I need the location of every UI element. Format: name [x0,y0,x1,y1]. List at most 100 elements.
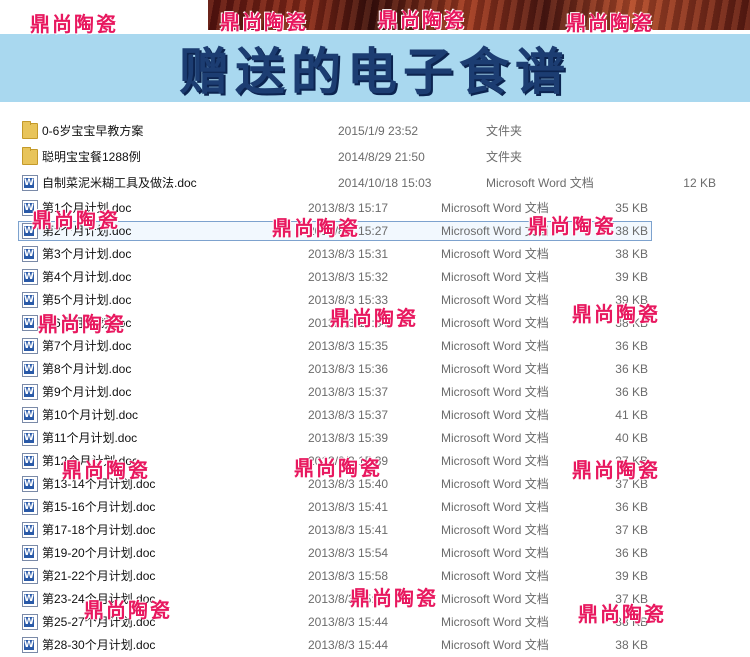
file-type: Microsoft Word 文档 [441,408,549,422]
folder-row[interactable]: 聪明宝宝餐1288例 2014/8/29 21:50 文件夹 [0,146,750,169]
file-name: 第21-22个月计划.doc [42,569,156,583]
word-doc-icon [22,522,38,538]
file-name: 第15-16个月计划.doc [42,500,156,514]
watermark: 鼎尚陶瓷 [578,602,666,626]
file-type: Microsoft Word 文档 [441,500,549,514]
file-name: 第28-30个月计划.doc [42,638,156,652]
watermark: 鼎尚陶瓷 [294,456,382,480]
file-row[interactable]: 第19-20个月计划.doc 2013/8/3 15:54 Microsoft Wo… [0,542,750,565]
modified-date: 2013/8/3 15:41 [308,523,389,537]
word-doc-icon [22,315,38,331]
word-doc-icon [22,361,38,377]
watermark: 鼎尚陶瓷 [272,216,360,240]
watermark: 鼎尚陶瓷 [84,598,172,622]
file-type: Microsoft Word 文档 [441,385,549,399]
file-type: 文件夹 [486,150,523,164]
folder-icon [22,121,38,139]
banner-title: 赠送的电子食谱 [179,43,571,101]
modified-date: 2014/10/18 15:03 [338,176,432,190]
watermark: 鼎尚陶瓷 [566,11,654,35]
file-size: 36 KB [615,385,648,399]
word-doc-icon [22,269,38,285]
word-doc-icon [22,637,38,653]
modified-date: 2013/8/3 15:37 [308,385,389,399]
modified-date: 2013/8/3 15:44 [308,615,389,629]
watermark: 鼎尚陶瓷 [62,458,150,482]
watermark: 鼎尚陶瓷 [378,8,466,32]
file-row[interactable]: 第4个月计划.doc 2013/8/3 15:32 Microsoft Word 文… [0,266,750,289]
watermark: 鼎尚陶瓷 [572,302,660,326]
folder-icon [22,147,38,165]
watermark: 鼎尚陶瓷 [30,12,118,36]
file-size: 36 KB [615,546,648,560]
file-size: 12 KB [683,176,716,190]
modified-date: 2013/8/3 15:41 [308,500,389,514]
file-type: Microsoft Word 文档 [441,362,549,376]
file-size: 38 KB [615,247,648,261]
file-row[interactable]: 自制菜泥米糊工具及做法.doc 2014/10/18 15:03 Microsoft… [0,172,750,195]
file-row[interactable]: 第17-18个月计划.doc 2013/8/3 15:41 Microsoft Wo… [0,519,750,542]
file-row[interactable]: 第28-30个月计划.doc 2013/8/3 15:44 Microsoft Wo… [0,634,750,657]
file-size: 40 KB [615,431,648,445]
word-doc-icon [22,614,38,630]
file-row[interactable]: 第7个月计划.doc 2013/8/3 15:35 Microsoft Word 文… [0,335,750,358]
file-type: Microsoft Word 文档 [441,270,549,284]
watermark: 鼎尚陶瓷 [330,306,418,330]
modified-date: 2013/8/3 15:39 [308,431,389,445]
file-size: 38 KB [615,638,648,652]
file-row[interactable]: 第8个月计划.doc 2013/8/3 15:36 Microsoft Word 文… [0,358,750,381]
file-type: Microsoft Word 文档 [441,615,549,629]
file-row[interactable]: 第11个月计划.doc 2013/8/3 15:39 Microsoft Word … [0,427,750,450]
file-row[interactable]: 第9个月计划.doc 2013/8/3 15:37 Microsoft Word 文… [0,381,750,404]
file-type: Microsoft Word 文档 [486,176,594,190]
file-type: Microsoft Word 文档 [441,293,549,307]
watermark: 鼎尚陶瓷 [528,214,616,238]
file-type: Microsoft Word 文档 [441,638,549,652]
modified-date: 2014/8/29 21:50 [338,150,425,164]
modified-date: 2013/8/3 15:31 [308,247,389,261]
word-doc-icon [22,407,38,423]
file-row[interactable]: 第15-16个月计划.doc 2013/8/3 15:41 Microsoft Wo… [0,496,750,519]
watermark: 鼎尚陶瓷 [32,208,120,232]
file-name: 自制菜泥米糊工具及做法.doc [42,176,197,190]
word-doc-icon [22,545,38,561]
file-row[interactable]: 第10个月计划.doc 2013/8/3 15:37 Microsoft Word … [0,404,750,427]
file-name: 0-6岁宝宝早教方案 [42,124,144,138]
file-type: Microsoft Word 文档 [441,431,549,445]
file-type: 文件夹 [486,124,523,138]
file-size: 41 KB [615,408,648,422]
modified-date: 2013/8/3 15:32 [308,270,389,284]
banner: 赠送的电子食谱 [0,34,750,102]
file-name: 第11个月计划.doc [42,431,138,445]
file-type: Microsoft Word 文档 [441,546,549,560]
file-name: 第10个月计划.doc [42,408,139,422]
word-doc-icon [22,175,38,191]
word-doc-icon [22,246,38,262]
file-size: 36 KB [615,362,648,376]
modified-date: 2013/8/3 15:44 [308,638,389,652]
file-type: Microsoft Word 文档 [441,523,549,537]
file-name: 第7个月计划.doc [42,339,132,353]
file-type: Microsoft Word 文档 [441,477,549,491]
file-name: 第19-20个月计划.doc [42,546,156,560]
file-name: 第9个月计划.doc [42,385,132,399]
word-doc-icon [22,338,38,354]
folder-row[interactable]: 0-6岁宝宝早教方案 2015/1/9 23:52 文件夹 [0,120,750,143]
file-type: Microsoft Word 文档 [441,454,549,468]
file-size: 37 KB [615,523,648,537]
file-size: 36 KB [615,500,648,514]
word-doc-icon [22,453,38,469]
file-type: Microsoft Word 文档 [441,569,549,583]
file-name: 第17-18个月计划.doc [42,523,156,537]
file-row[interactable]: 第3个月计划.doc 2013/8/3 15:31 Microsoft Word 文… [0,243,750,266]
file-name: 第4个月计划.doc [42,270,132,284]
word-doc-icon [22,384,38,400]
word-doc-icon [22,499,38,515]
watermark: 鼎尚陶瓷 [572,458,660,482]
file-size: 39 KB [615,270,648,284]
file-name: 第8个月计划.doc [42,362,132,376]
word-doc-icon [22,591,38,607]
word-doc-icon [22,476,38,492]
file-name: 第3个月计划.doc [42,247,132,261]
file-name: 聪明宝宝餐1288例 [42,150,141,164]
